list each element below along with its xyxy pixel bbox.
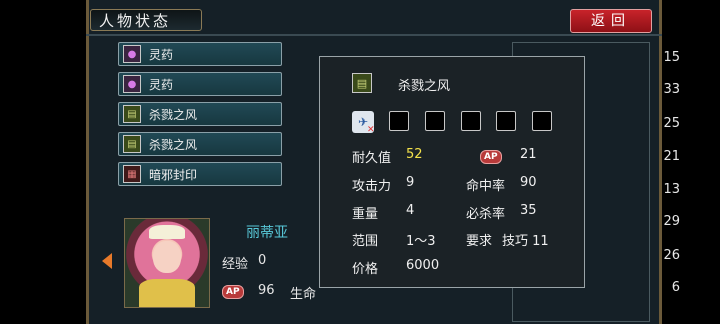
ap-badge: AP bbox=[480, 150, 502, 164]
hp-label: 生命 bbox=[290, 287, 317, 302]
portrait-hat bbox=[149, 225, 185, 239]
durability-label: 耐久值 bbox=[352, 151, 392, 166]
range-value: 1～3 bbox=[406, 234, 436, 249]
durability-value: 52 bbox=[406, 147, 423, 162]
book-icon: ▤ bbox=[123, 135, 141, 153]
ap-badge: AP bbox=[222, 285, 244, 299]
prev-character-arrow-icon[interactable] bbox=[102, 253, 112, 269]
character-name: 丽蒂亚 bbox=[246, 225, 288, 241]
attack-value: 9 bbox=[406, 175, 415, 190]
requirement-label: 要求 bbox=[466, 234, 493, 249]
header-divider bbox=[86, 34, 662, 36]
requirement-value: 技巧 11 bbox=[502, 234, 549, 249]
seal-icon: ▦ bbox=[123, 165, 141, 183]
item-label: 杀戮之风 bbox=[149, 107, 198, 122]
character-portrait bbox=[124, 218, 210, 308]
right-stat-value: 6 bbox=[671, 280, 680, 295]
price-label: 价格 bbox=[352, 262, 379, 277]
crit-rate-value: 35 bbox=[520, 203, 537, 218]
item-label: 灵药 bbox=[149, 47, 174, 62]
right-stat-value: 15 bbox=[663, 50, 680, 65]
list-item[interactable]: ▤ 杀戮之风 bbox=[118, 132, 282, 156]
unusable-mark-icon: ✕ bbox=[367, 125, 375, 135]
right-stat-value: 33 bbox=[663, 82, 680, 97]
list-item[interactable]: ▦ 暗邪封印 bbox=[118, 162, 282, 186]
portrait-collar bbox=[139, 279, 195, 307]
gem-slot bbox=[389, 111, 409, 131]
gem-slot bbox=[425, 111, 445, 131]
right-stat-value: 26 bbox=[663, 248, 680, 263]
popup-item-name: 杀戮之风 bbox=[398, 79, 451, 94]
hit-rate-value: 90 bbox=[520, 175, 537, 190]
item-label: 杀戮之风 bbox=[149, 137, 198, 152]
potion-icon: ● bbox=[123, 45, 141, 63]
potion-icon: ● bbox=[123, 75, 141, 93]
list-item[interactable]: ● 灵药 bbox=[118, 42, 282, 66]
right-stat-value: 29 bbox=[663, 214, 680, 229]
back-button[interactable]: 返回 bbox=[570, 9, 652, 33]
right-stat-value: 21 bbox=[663, 149, 680, 164]
item-detail-popup: ▤ 杀戮之风 ✈ ✕ 耐久值 52 AP 21 攻击力 9 命中率 90 重量 … bbox=[319, 56, 585, 288]
ap-value: 21 bbox=[520, 147, 537, 162]
exp-label: 经验 bbox=[222, 257, 249, 272]
attack-label: 攻击力 bbox=[352, 179, 392, 194]
page-title: 人物状态 bbox=[90, 9, 202, 31]
crit-rate-label: 必杀率 bbox=[466, 207, 506, 222]
ap-value: 96 bbox=[258, 283, 275, 298]
hit-rate-label: 命中率 bbox=[466, 179, 506, 194]
portrait-face bbox=[153, 241, 181, 273]
book-icon: ▤ bbox=[123, 105, 141, 123]
title-bar: 人物状态 返回 bbox=[86, 6, 662, 33]
weight-value: 4 bbox=[406, 203, 415, 218]
book-icon: ▤ bbox=[352, 73, 372, 93]
right-stat-value: 13 bbox=[663, 182, 680, 197]
item-label: 灵药 bbox=[149, 77, 174, 92]
range-label: 范围 bbox=[352, 234, 379, 249]
right-stat-value: 25 bbox=[663, 116, 680, 131]
price-value: 6000 bbox=[406, 258, 440, 273]
list-item[interactable]: ● 灵药 bbox=[118, 72, 282, 96]
item-label: 暗邪封印 bbox=[149, 167, 198, 182]
exp-value: 0 bbox=[258, 253, 267, 268]
list-item[interactable]: ▤ 杀戮之风 bbox=[118, 102, 282, 126]
gem-slot bbox=[532, 111, 552, 131]
gem-slot bbox=[496, 111, 516, 131]
item-list: ● 灵药 ● 灵药 ▤ 杀戮之风 ▤ 杀戮之风 ▦ 暗邪封印 bbox=[118, 42, 282, 192]
weight-label: 重量 bbox=[352, 207, 379, 222]
gem-slot bbox=[461, 111, 481, 131]
